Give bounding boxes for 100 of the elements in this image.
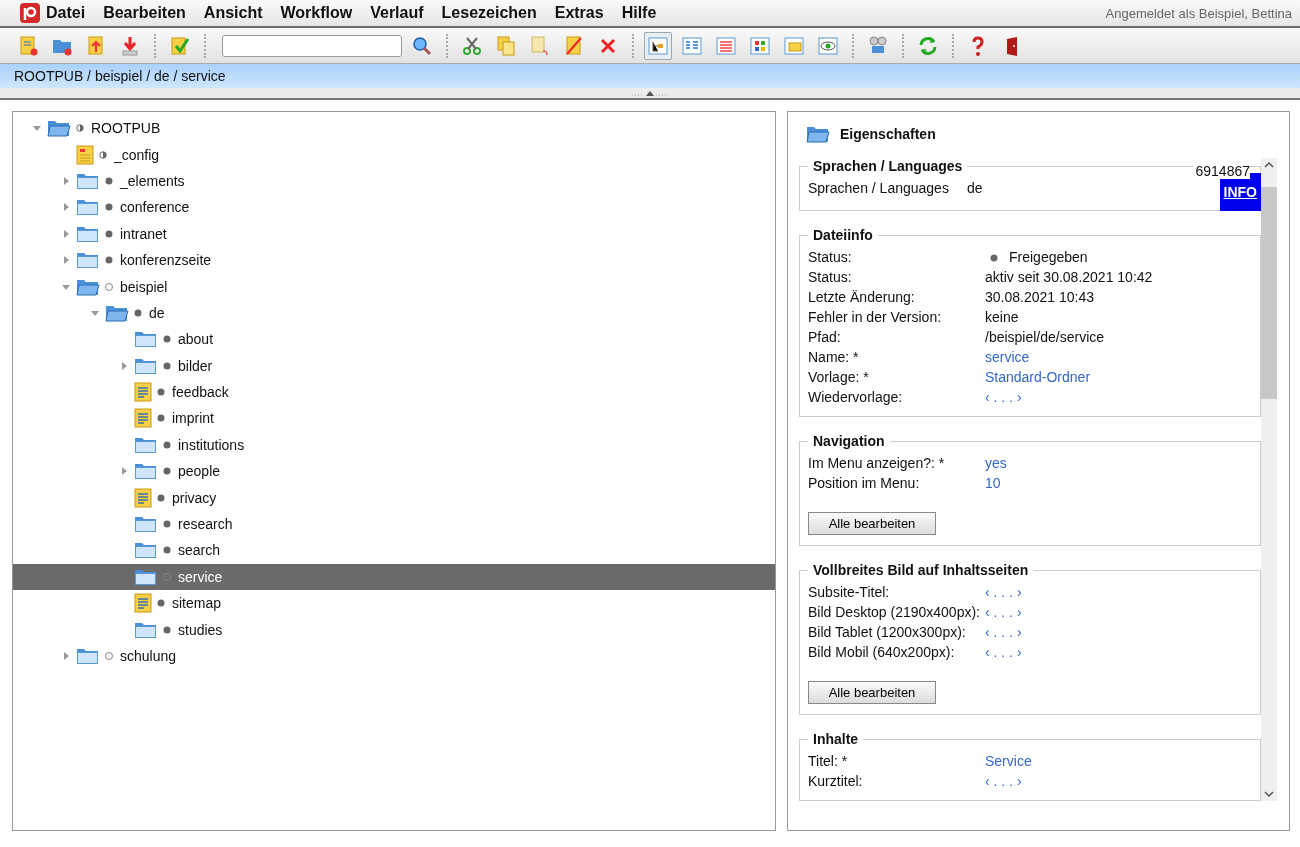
- tree-item-label[interactable]: imprint: [172, 410, 214, 427]
- search-icon: [411, 34, 433, 57]
- collapsed-caret-icon[interactable]: [119, 466, 129, 477]
- field-label: Status:: [808, 269, 853, 286]
- collapsed-caret-icon[interactable]: [61, 228, 71, 239]
- field-link[interactable]: ‹ . . . ›: [985, 584, 1022, 601]
- open-folder-icon: [806, 124, 830, 144]
- field-link[interactable]: yes: [985, 455, 1007, 472]
- tree-item-label[interactable]: privacy: [172, 489, 217, 506]
- folder-icon: [134, 540, 158, 561]
- menu-item[interactable]: Ansicht: [203, 4, 263, 22]
- tree-row[interactable]: konferenzseite: [13, 246, 775, 274]
- field-link[interactable]: ‹ . . . ›: [985, 389, 1022, 406]
- tree-row[interactable]: intranet: [13, 220, 775, 247]
- folder-icon: [76, 197, 100, 218]
- field-label: Bild Mobil (640x200px):: [808, 644, 956, 661]
- app-logo-icon: [20, 3, 40, 23]
- tree-item-label[interactable]: konferenzseite: [120, 252, 212, 269]
- tree-row[interactable]: privacy: [13, 484, 775, 511]
- menu-item[interactable]: Verlauf: [370, 4, 424, 22]
- field-label: Status:: [808, 249, 853, 266]
- field-value: /beispiel/de/service: [985, 329, 1105, 346]
- tree-item-label[interactable]: feedback: [172, 384, 229, 401]
- tree-view-button[interactable]: [644, 31, 672, 60]
- tree-item-label[interactable]: institutions: [178, 436, 245, 453]
- collapsed-caret-icon[interactable]: [61, 202, 71, 213]
- menu-item[interactable]: Workflow: [280, 4, 353, 22]
- tree-row[interactable]: imprint: [13, 405, 775, 432]
- page-icon: [134, 487, 152, 508]
- tree-item-label[interactable]: people: [178, 463, 221, 480]
- tree-item-label[interactable]: conference: [120, 199, 190, 216]
- tree-item-label[interactable]: bilder: [178, 357, 213, 374]
- tree-row[interactable]: _elements: [13, 167, 775, 195]
- tree-row[interactable]: schulung: [13, 642, 775, 670]
- tree-item-label[interactable]: search: [178, 542, 221, 559]
- page-icon: [134, 408, 152, 429]
- splitter-handle[interactable]: [0, 88, 1300, 100]
- tree-item-label[interactable]: de: [149, 304, 165, 321]
- edit-all-button[interactable]: Alle bearbeiten: [808, 681, 936, 704]
- field-label: Wiedervorlage:: [808, 389, 904, 406]
- menu-item[interactable]: Datei: [46, 4, 86, 22]
- tree-row[interactable]: research: [13, 510, 775, 538]
- tree-item-label[interactable]: about: [178, 331, 214, 348]
- field-label: Sprachen / Languages: [808, 180, 949, 196]
- tree-row[interactable]: bilder: [13, 352, 775, 379]
- field-label: Bild Desktop (2190x400px):: [808, 604, 981, 621]
- tree-row[interactable]: de: [13, 299, 775, 327]
- tree-row[interactable]: people: [13, 458, 775, 485]
- field-link[interactable]: ‹ . . . ›: [985, 604, 1022, 621]
- field-link[interactable]: 10: [985, 475, 1001, 492]
- config-page-icon: [76, 144, 94, 165]
- tree-row[interactable]: studies: [13, 616, 775, 643]
- tree-item-label[interactable]: ROOTPUB: [91, 120, 161, 137]
- collapsed-caret-icon[interactable]: [61, 175, 71, 186]
- tree-row[interactable]: service: [13, 563, 775, 591]
- field-value: de: [966, 180, 983, 196]
- new-page-icon: [17, 34, 39, 57]
- field-link[interactable]: ‹ . . . ›: [985, 624, 1022, 641]
- tree-item-label[interactable]: studies: [178, 621, 223, 638]
- tree-item-label[interactable]: sitemap: [172, 595, 222, 612]
- menu-item[interactable]: Bearbeiten: [103, 4, 186, 22]
- collapsed-caret-icon[interactable]: [61, 255, 71, 266]
- tree-row[interactable]: sitemap: [13, 590, 775, 617]
- folder-icon: [134, 514, 158, 535]
- field-link[interactable]: ‹ . . . ›: [985, 644, 1022, 661]
- tree-row[interactable]: beispiel: [13, 273, 775, 300]
- edit-all-button[interactable]: Alle bearbeiten: [808, 512, 936, 535]
- tree-row[interactable]: ROOTPUB: [13, 115, 775, 142]
- tree-row[interactable]: feedback: [13, 378, 775, 406]
- menu-item[interactable]: Hilfe: [621, 4, 657, 22]
- tree-row[interactable]: conference: [13, 194, 775, 221]
- field-link[interactable]: ‹ . . . ›: [985, 773, 1022, 790]
- collapsed-caret-icon[interactable]: [119, 360, 129, 371]
- tree-item-label[interactable]: _elements: [120, 172, 185, 189]
- menu-item[interactable]: Extras: [554, 4, 604, 22]
- release-check-icon: [169, 34, 191, 57]
- folder-icon: [134, 461, 158, 482]
- scrollbar[interactable]: [1261, 158, 1277, 801]
- tree-row[interactable]: search: [13, 537, 775, 564]
- tree-item-label[interactable]: beispiel: [120, 278, 168, 295]
- tree-row[interactable]: about: [13, 326, 775, 353]
- field-link[interactable]: service: [985, 349, 1030, 366]
- tree-item-label[interactable]: intranet: [120, 225, 167, 242]
- search-field[interactable]: [222, 34, 402, 57]
- menu-item[interactable]: Lesezeichen: [441, 4, 537, 22]
- tree-item-label[interactable]: schulung: [120, 648, 177, 664]
- tree-row[interactable]: _config: [13, 141, 775, 168]
- tree-item-label[interactable]: service: [178, 568, 223, 585]
- tree-item-label[interactable]: _config: [114, 146, 160, 163]
- scrollbar-thumb[interactable]: [1261, 187, 1277, 399]
- tree-row[interactable]: institutions: [13, 431, 775, 459]
- field-link[interactable]: Standard-Ordner: [985, 369, 1091, 386]
- tree-item-label[interactable]: research: [178, 516, 233, 533]
- folder-icon: [76, 646, 100, 666]
- field-label: Im Menu anzeigen?: *: [808, 455, 946, 472]
- refresh-icon: [917, 34, 939, 57]
- field-link[interactable]: Service: [985, 753, 1032, 770]
- field-label: Fehler in der Version:: [808, 309, 943, 326]
- column-view-icon: [681, 34, 703, 57]
- collapsed-caret-icon[interactable]: [61, 651, 71, 661]
